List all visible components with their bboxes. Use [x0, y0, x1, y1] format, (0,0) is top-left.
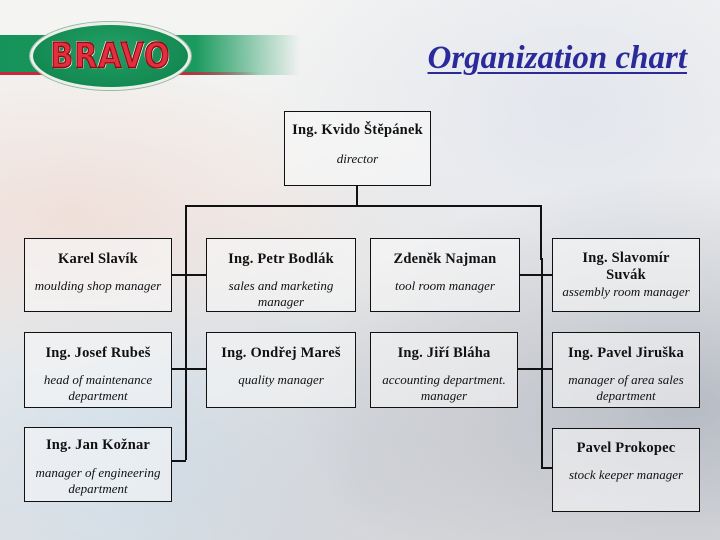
- node-role: sales and marketing manager: [228, 278, 334, 309]
- connector-row1-right: [520, 274, 552, 276]
- node-role: manager of engineering department: [35, 465, 161, 496]
- node-name: Ing. Josef Rubeš: [45, 345, 151, 361]
- connector-horizontal-bus: [185, 205, 541, 207]
- connector-row2-left: [172, 368, 206, 370]
- node-name: Ing. Jiří Bláha: [397, 345, 491, 361]
- node-role: accounting department. manager: [382, 372, 506, 403]
- org-node-engineering: Ing. Jan Kožnar manager of engineering d…: [24, 427, 172, 502]
- node-role: manager of area sales department: [568, 372, 684, 403]
- node-name: Ing. Ondřej Mareš: [221, 345, 341, 361]
- org-node-director: Ing. Kvido Štěpánek director: [284, 111, 431, 186]
- node-role: moulding shop manager: [34, 278, 162, 293]
- connector-row1-left: [172, 274, 206, 276]
- org-node-quality: Ing. Ondřej Mareš quality manager: [206, 332, 356, 408]
- node-name: Karel Slavík: [58, 251, 138, 267]
- bravo-logo: BRAVO: [30, 22, 191, 90]
- connector-director-trunk: [356, 186, 358, 206]
- node-name: Ing. Slavomír Suvák: [582, 250, 670, 283]
- org-node-maintenance: Ing. Josef Rubeš head of maintenance dep…: [24, 332, 172, 408]
- node-name: Ing. Kvido Štěpánek: [292, 122, 423, 138]
- node-role: tool room manager: [395, 278, 495, 293]
- org-node-accounting: Ing. Jiří Bláha accounting department. m…: [370, 332, 518, 408]
- connector-left-vertical: [185, 205, 187, 460]
- page-title: Organization chart: [427, 40, 688, 76]
- node-role: stock keeper manager: [568, 467, 684, 482]
- org-node-area-sales: Ing. Pavel Jiruška manager of area sales…: [552, 332, 700, 408]
- connector-row3-right: [541, 467, 552, 469]
- connector-row2-right: [518, 368, 552, 370]
- logo-text: BRAVO: [50, 35, 171, 77]
- node-name: Ing. Jan Kožnar: [45, 437, 151, 453]
- node-role: quality manager: [238, 372, 324, 387]
- org-node-tool-room: Zdeněk Najman tool room manager: [370, 238, 520, 312]
- node-name: Pavel Prokopec: [576, 440, 676, 456]
- node-name: Zdeněk Najman: [393, 251, 497, 267]
- org-node-sales-marketing: Ing. Petr Bodlák sales and marketing man…: [206, 238, 356, 312]
- connector-row3-left: [172, 460, 186, 462]
- node-role: director: [336, 151, 379, 166]
- node-name: Ing. Petr Bodlák: [228, 251, 334, 267]
- node-name: Ing. Pavel Jiruška: [568, 345, 684, 361]
- org-node-assembly-room: Ing. Slavomír Suvák assembly room manage…: [552, 238, 700, 312]
- org-node-moulding-shop: Karel Slavík moulding shop manager: [24, 238, 172, 312]
- org-node-stock-keeper: Pavel Prokopec stock keeper manager: [552, 428, 700, 512]
- node-role: assembly room manager: [562, 284, 690, 299]
- node-role: head of maintenance department: [43, 372, 153, 403]
- connector-right-vertical-upper: [540, 205, 542, 260]
- connector-right-vertical-lower: [541, 258, 543, 469]
